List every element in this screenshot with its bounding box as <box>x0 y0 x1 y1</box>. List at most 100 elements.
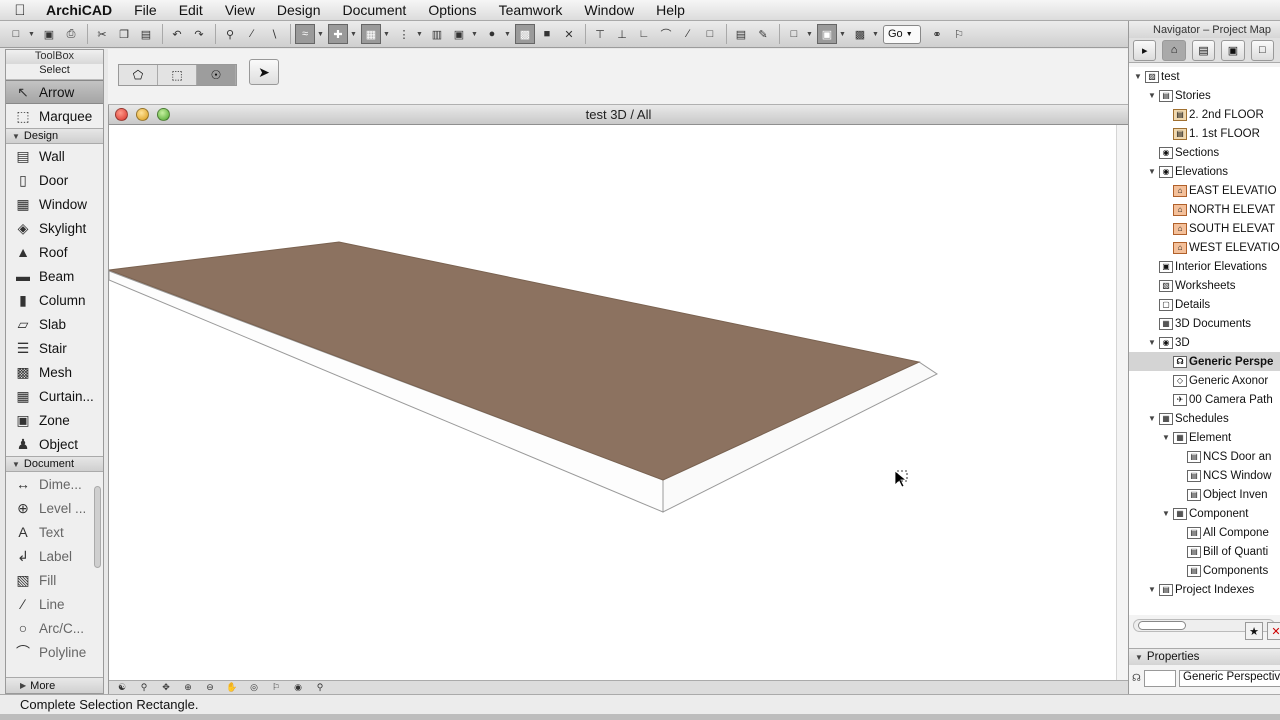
tree-item[interactable]: ▤ 2. 2nd FLOOR <box>1129 105 1280 124</box>
tree-item[interactable]: ▤ All Compone <box>1129 523 1280 542</box>
paste-icon[interactable]: ▤ <box>136 24 156 44</box>
orbit-icon[interactable]: ☯ <box>111 682 133 695</box>
close-icon[interactable]: ✕ <box>559 24 579 44</box>
inject-icon[interactable]: ∖ <box>264 24 284 44</box>
tool-slab[interactable]: ▱ Slab <box>6 312 103 336</box>
viewport-vertical-scrollbar[interactable] <box>1116 125 1128 680</box>
menu-help[interactable]: Help <box>645 2 696 18</box>
tool-polyline[interactable]: ⌒ Polyline <box>6 640 103 664</box>
chevron-down-icon[interactable]: ▼ <box>350 31 358 38</box>
menu-options[interactable]: Options <box>417 2 487 18</box>
menu-app-name[interactable]: ArchiCAD <box>40 2 123 18</box>
menu-view[interactable]: View <box>214 2 266 18</box>
close-window-button[interactable] <box>115 108 128 121</box>
tree-item[interactable]: ▼ ▤ Stories <box>1129 86 1280 105</box>
disclosure-triangle-icon[interactable]: ▼ <box>1147 585 1157 594</box>
tree-item[interactable]: ▼ ◉ Elevations <box>1129 162 1280 181</box>
tree-item[interactable]: ▣ Interior Elevations <box>1129 257 1280 276</box>
3d-viewport[interactable] <box>109 125 1117 680</box>
tool-level[interactable]: ⊕ Level ... <box>6 496 103 520</box>
tree-item[interactable]: ⌂ WEST ELEVATIO <box>1129 238 1280 257</box>
menu-teamwork[interactable]: Teamwork <box>488 2 574 18</box>
tool-fill[interactable]: ▧ Fill <box>6 568 103 592</box>
navigator-popup-icon[interactable]: ▸ <box>1133 39 1157 61</box>
lock-icon[interactable]: ● <box>482 24 502 44</box>
view-settings-icon[interactable]: ▩ <box>850 24 870 44</box>
explore-icon[interactable]: ◉ <box>287 682 309 695</box>
elevation-tool-icon[interactable]: ▤ <box>731 24 751 44</box>
tool-mesh[interactable]: ▩ Mesh <box>6 360 103 384</box>
chevron-down-icon[interactable]: ▼ <box>28 31 36 38</box>
tree-item[interactable]: ▤ NCS Door an <box>1129 447 1280 466</box>
tree-item[interactable]: ▤ Object Inven <box>1129 485 1280 504</box>
chevron-down-icon[interactable]: ▼ <box>317 31 325 38</box>
fit-icon[interactable]: ◎ <box>243 682 265 695</box>
chevron-down-icon[interactable]: ▼ <box>806 31 814 38</box>
tool-stair[interactable]: ☰ Stair <box>6 336 103 360</box>
polygon-selection-icon[interactable]: ⬠ <box>119 65 158 85</box>
publisher-tab-icon[interactable]: □ <box>1250 39 1275 61</box>
marker-icon[interactable]: ✎ <box>753 24 773 44</box>
menu-edit[interactable]: Edit <box>168 2 214 18</box>
intersect-icon[interactable]: ∟ <box>634 24 654 44</box>
tree-item[interactable]: ▼ ▦ Element <box>1129 428 1280 447</box>
tree-item[interactable]: ✈ 00 Camera Path <box>1129 390 1280 409</box>
menu-document[interactable]: Document <box>332 2 418 18</box>
print-icon[interactable]: ⎙ <box>61 24 81 44</box>
arrow-settings-icon[interactable]: ➤ <box>249 59 279 85</box>
delete-icon[interactable]: ✕ <box>1267 622 1280 640</box>
pick-up-icon[interactable]: ∕ <box>242 24 262 44</box>
zoom-fit-icon[interactable]: ⚲ <box>309 682 331 695</box>
tool-object[interactable]: ♟ Object <box>6 432 103 456</box>
layers-icon[interactable]: ▣ <box>449 24 469 44</box>
disclosure-triangle-icon[interactable]: ▼ <box>1161 433 1171 442</box>
snap-icon[interactable]: ✚ <box>328 24 348 44</box>
tool-wall[interactable]: ▤ Wall <box>6 144 103 168</box>
view-map-tab-icon[interactable]: ▤ <box>1191 39 1216 61</box>
chevron-down-icon[interactable]: ▼ <box>872 31 880 38</box>
view-name-field[interactable]: Generic Perspective <box>1179 669 1280 687</box>
minimize-window-button[interactable] <box>136 108 149 121</box>
properties-header[interactable]: ▼ Properties <box>1129 648 1280 665</box>
gravity-icon[interactable]: ≈ <box>295 24 315 44</box>
tree-item[interactable]: ▤ NCS Window <box>1129 466 1280 485</box>
project-map-tab-icon[interactable]: ⌂ <box>1162 39 1186 61</box>
zoom-out-icon[interactable]: ⊖ <box>199 682 221 695</box>
design-section-header[interactable]: ▼ Design <box>6 128 103 144</box>
window-title-bar[interactable]: test 3D / All <box>109 105 1128 125</box>
undo-icon[interactable]: ↶ <box>167 24 187 44</box>
more-section-header[interactable]: ▶ More <box>6 677 103 693</box>
new-folder-icon[interactable]: ★ <box>1245 622 1263 640</box>
tool-label[interactable]: ↲ Label <box>6 544 103 568</box>
globe-icon[interactable]: ⚭ <box>927 24 947 44</box>
fillet-icon[interactable]: ⌒ <box>656 24 676 44</box>
adjust-icon[interactable]: ⊥ <box>612 24 632 44</box>
tree-item[interactable]: ⌂ SOUTH ELEVAT <box>1129 219 1280 238</box>
tool-text[interactable]: A Text <box>6 520 103 544</box>
zoom-window-button[interactable] <box>157 108 170 121</box>
offset-icon[interactable]: ∕ <box>678 24 698 44</box>
tool-window[interactable]: ▦ Window <box>6 192 103 216</box>
tree-item[interactable]: ☊ Generic Perspe <box>1129 352 1280 371</box>
go-dropdown[interactable]: Go ▼ <box>883 24 921 44</box>
copy-icon[interactable]: ❐ <box>114 24 134 44</box>
split-icon[interactable]: ⊤ <box>590 24 610 44</box>
grid-snap-icon[interactable]: ▦ <box>361 24 381 44</box>
find-select-icon[interactable]: ⚲ <box>220 24 240 44</box>
walk-icon[interactable]: ⚐ <box>265 682 287 695</box>
tool-curtain[interactable]: ▦ Curtain... <box>6 384 103 408</box>
chevron-down-icon[interactable]: ▼ <box>471 31 479 38</box>
zoom-window-icon[interactable]: ⚲ <box>133 682 155 695</box>
menu-file[interactable]: File <box>123 2 168 18</box>
tool-beam[interactable]: ▬ Beam <box>6 264 103 288</box>
rotated-rectangle-selection-icon[interactable]: ☉ <box>197 65 236 85</box>
resize-icon[interactable]: □ <box>700 24 720 44</box>
tree-item[interactable]: ▤ Bill of Quanti <box>1129 542 1280 561</box>
cut-icon[interactable]: ✂ <box>92 24 112 44</box>
tree-item[interactable]: ◉ Sections <box>1129 143 1280 162</box>
scrollbar-thumb[interactable] <box>1138 621 1186 630</box>
tree-item[interactable]: ▼ ◉ 3D <box>1129 333 1280 352</box>
disclosure-triangle-icon[interactable]: ▼ <box>1147 167 1157 176</box>
new-file-icon[interactable]: □ <box>6 24 26 44</box>
align-icon[interactable]: ▥ <box>427 24 447 44</box>
